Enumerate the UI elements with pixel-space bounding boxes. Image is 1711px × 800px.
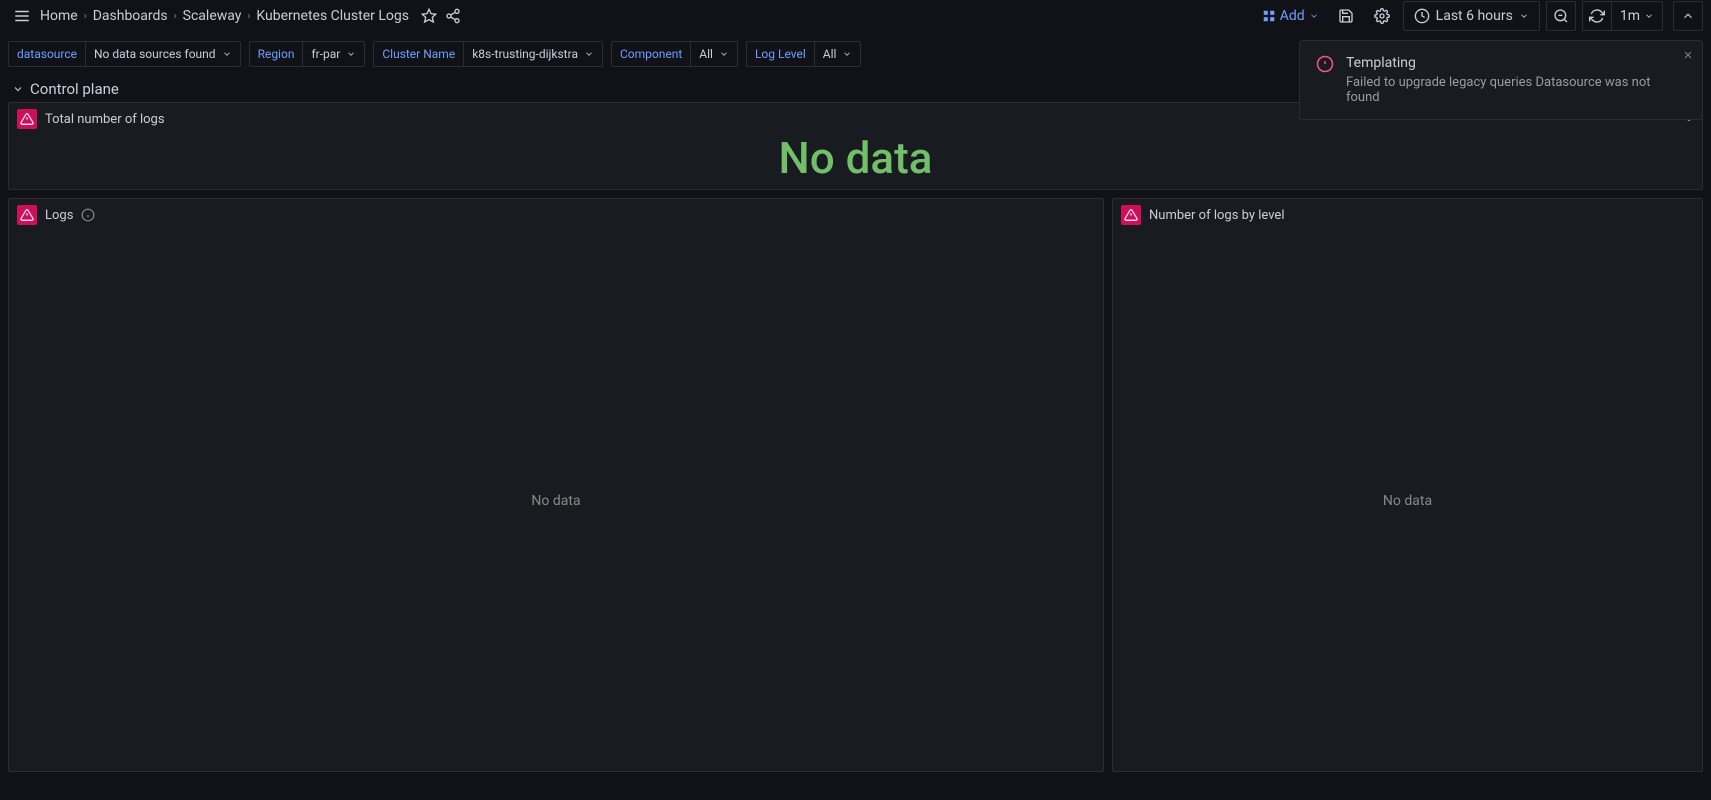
- refresh-button[interactable]: [1582, 1, 1612, 31]
- refresh-icon: [1589, 8, 1605, 24]
- var-datasource-label: datasource: [8, 41, 85, 67]
- hamburger-menu[interactable]: [8, 2, 36, 30]
- share-button[interactable]: [445, 8, 461, 24]
- section-title: Control plane: [30, 80, 119, 98]
- chevron-down-icon: [719, 49, 729, 59]
- breadcrumb-current: Kubernetes Cluster Logs: [256, 8, 409, 24]
- close-icon: [1682, 49, 1694, 61]
- save-button[interactable]: [1331, 1, 1361, 31]
- breadcrumb-home[interactable]: Home: [40, 8, 78, 24]
- var-region-label: Region: [249, 41, 303, 67]
- chevron-down-icon: [584, 49, 594, 59]
- chevron-right-icon: ›: [247, 11, 250, 22]
- var-region-value[interactable]: fr-par: [302, 41, 365, 67]
- add-label: Add: [1280, 8, 1305, 24]
- breadcrumb-dashboards[interactable]: Dashboards: [93, 8, 168, 24]
- toast-message: Failed to upgrade legacy queries Datasou…: [1346, 75, 1686, 105]
- topbar: Home › Dashboards › Scaleway › Kubernete…: [0, 0, 1711, 32]
- toast-close[interactable]: [1682, 49, 1694, 61]
- refresh-interval-label: 1m: [1620, 8, 1640, 24]
- chevron-right-icon: ›: [84, 11, 87, 22]
- add-button[interactable]: Add: [1256, 8, 1325, 24]
- time-label: Last 6 hours: [1436, 8, 1513, 24]
- warning-badge[interactable]: [1121, 205, 1141, 225]
- alert-triangle-icon: [1124, 208, 1138, 222]
- alert-triangle-icon: [20, 208, 34, 222]
- zoom-out-button[interactable]: [1546, 1, 1576, 31]
- var-component-label: Component: [611, 41, 690, 67]
- zoom-out-icon: [1553, 8, 1569, 24]
- chevron-down-icon: [1644, 11, 1654, 21]
- chevron-down-icon: [12, 83, 24, 95]
- panel-title: Total number of logs: [45, 112, 165, 127]
- chevron-right-icon: ›: [174, 11, 177, 22]
- time-picker[interactable]: Last 6 hours: [1403, 1, 1540, 31]
- settings-button[interactable]: [1367, 1, 1397, 31]
- chevron-up-icon: [1681, 9, 1695, 23]
- breadcrumb-scaleway[interactable]: Scaleway: [183, 8, 242, 24]
- chevron-down-icon: [346, 49, 356, 59]
- toast-title: Templating: [1346, 55, 1686, 71]
- panel-title: Number of logs by level: [1149, 208, 1284, 223]
- var-cluster-label: Cluster Name: [373, 41, 463, 67]
- chevron-down-icon: [1309, 11, 1319, 21]
- gear-icon: [1374, 8, 1390, 24]
- panel-value: No data: [9, 135, 1702, 189]
- var-cluster-value[interactable]: k8s-trusting-dijkstra: [463, 41, 603, 67]
- panel-empty: No data: [1113, 231, 1702, 771]
- save-icon: [1338, 8, 1354, 24]
- collapse-button[interactable]: [1673, 1, 1703, 31]
- var-loglevel-value[interactable]: All: [814, 41, 862, 67]
- chevron-down-icon: [842, 49, 852, 59]
- var-loglevel-label: Log Level: [746, 41, 814, 67]
- menu-icon: [13, 7, 31, 25]
- panel-empty: No data: [9, 231, 1103, 771]
- var-component-value[interactable]: All: [690, 41, 738, 67]
- warning-badge[interactable]: [17, 109, 37, 129]
- panel-add-icon: [1262, 9, 1276, 23]
- clock-icon: [1414, 8, 1430, 24]
- star-button[interactable]: [421, 8, 437, 24]
- alert-circle-icon: [1316, 55, 1334, 73]
- chevron-down-icon: [222, 49, 232, 59]
- toast-error: Templating Failed to upgrade legacy quer…: [1299, 40, 1703, 120]
- panel-title: Logs: [45, 208, 73, 223]
- panels-area: Total number of logs No data Logs No dat…: [0, 102, 1711, 780]
- panel-logs: Logs No data: [8, 198, 1104, 772]
- star-icon: [421, 8, 437, 24]
- breadcrumb: Home › Dashboards › Scaleway › Kubernete…: [40, 8, 409, 24]
- panel-logs-by-level: Number of logs by level No data: [1112, 198, 1703, 772]
- alert-triangle-icon: [20, 112, 34, 126]
- refresh-interval[interactable]: 1m: [1612, 1, 1663, 31]
- share-icon: [445, 8, 461, 24]
- var-datasource-value[interactable]: No data sources found: [85, 41, 241, 67]
- warning-badge[interactable]: [17, 205, 37, 225]
- info-icon[interactable]: [81, 208, 95, 222]
- chevron-down-icon: [1519, 11, 1529, 21]
